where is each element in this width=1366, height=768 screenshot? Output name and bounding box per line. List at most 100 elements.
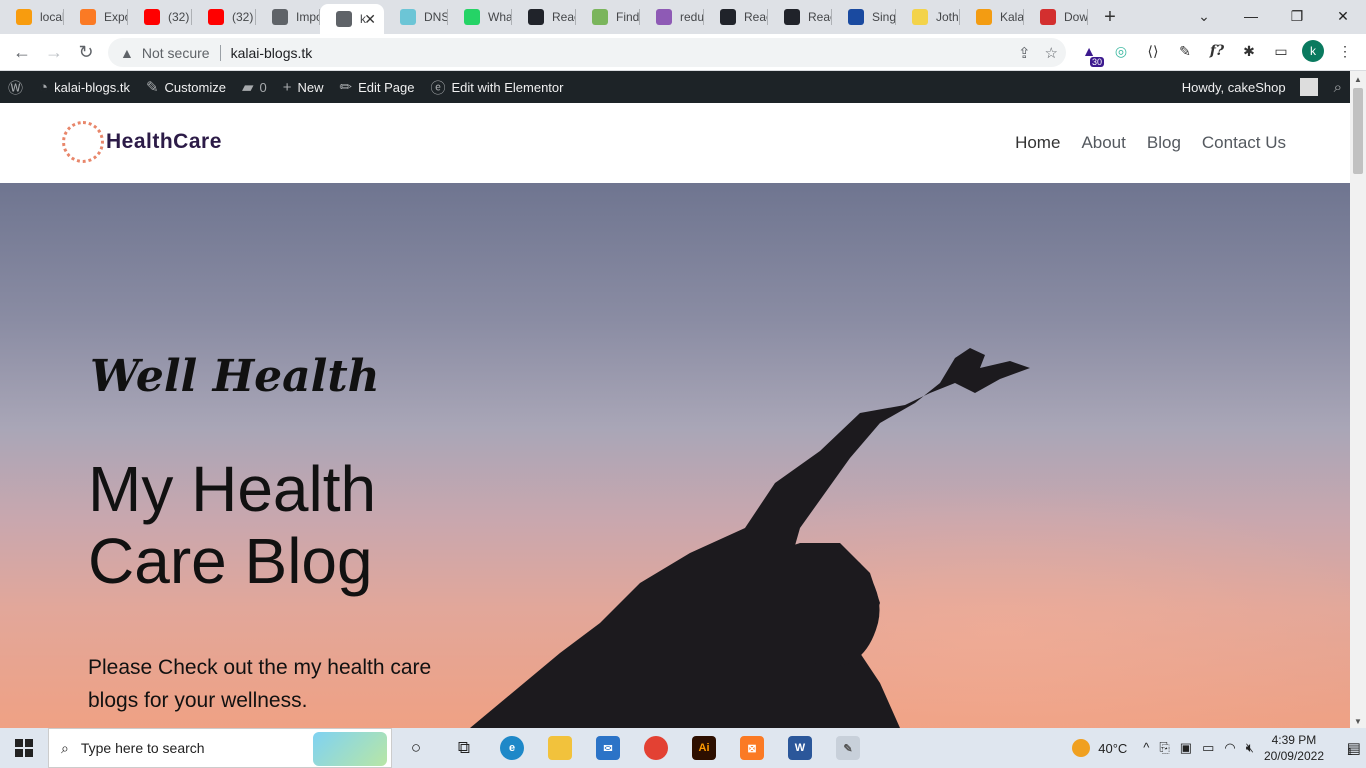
reload-button[interactable]: ↻	[70, 36, 102, 68]
browser-tab[interactable]: Find	[576, 0, 640, 34]
sidepanel-icon[interactable]: ▭	[1270, 40, 1292, 62]
elementor-icon: ⓔ	[430, 79, 446, 97]
find-icon	[592, 9, 608, 25]
browser-tab[interactable]: Dow	[1024, 0, 1088, 34]
edit-elementor-link[interactable]: ⓔ Edit with Elementor	[422, 71, 571, 103]
browser-tab[interactable]: Impo	[256, 0, 320, 34]
font-icon[interactable]: f?	[1206, 40, 1228, 62]
browser-tab-strip: local Expo (32) (32) Impok✕ DNS Wha Reac Find red…	[0, 0, 1366, 34]
puzzle-icon[interactable]: ✱	[1238, 40, 1260, 62]
code-icon[interactable]: ⟨⟩	[1142, 40, 1164, 62]
edit-page-link[interactable]: ✏ Edit Page	[332, 71, 423, 103]
elementor-label: Edit with Elementor	[451, 79, 564, 95]
account-menu[interactable]: Howdy, cakeShop	[1174, 71, 1326, 103]
browser-tab[interactable]: Reac	[704, 0, 768, 34]
tab-label: Joth	[936, 10, 959, 24]
monitor-icon[interactable]: ▣	[1180, 740, 1192, 756]
warning-icon: ▲	[120, 44, 134, 61]
minimize-button[interactable]: —	[1228, 0, 1274, 32]
nav-blog[interactable]: Blog	[1147, 133, 1181, 153]
chevron-up-icon[interactable]: ^	[1143, 740, 1149, 756]
dashboard-icon: ◔	[39, 78, 49, 96]
page-scrollbar[interactable]: ▲ ▼	[1350, 71, 1366, 728]
chrome-icon[interactable]	[632, 728, 680, 768]
heart-icon	[1040, 9, 1056, 25]
browser-tab[interactable]: k ✕	[320, 4, 384, 34]
paint-icon[interactable]: ✎	[824, 728, 872, 768]
comments-link[interactable]: ▰ 0	[234, 71, 275, 103]
site-name-link[interactable]: ◔ kalai-blogs.tk	[31, 71, 138, 103]
site-nav: Home About Blog Contact Us	[1015, 133, 1286, 153]
browser-tab[interactable]: (32)	[192, 0, 256, 34]
cortana-icon[interactable]: ○	[392, 728, 440, 768]
word-icon[interactable]: W	[776, 728, 824, 768]
close-icon[interactable]: ✕	[364, 11, 376, 28]
task-view-icon[interactable]: ⧉	[440, 728, 488, 768]
illustrator-icon[interactable]: Ai	[680, 728, 728, 768]
new-tab-button[interactable]: +	[1094, 0, 1126, 34]
windows-logo-icon	[15, 739, 33, 757]
usb-icon[interactable]: ⎘	[1159, 740, 1169, 756]
wordpress-logo-button[interactable]: Ⓦ	[0, 71, 31, 103]
browser-toolbar: ← → ↻ ▲ Not secure kalai-blogs.tk ⇪ ☆ ▲ 3…	[0, 34, 1366, 71]
edge-icon[interactable]: e	[488, 728, 536, 768]
site-logo[interactable]: HealthCare	[62, 121, 222, 163]
new-content-link[interactable]: + New	[275, 71, 332, 103]
notification-center-icon[interactable]: 1 ▤	[1336, 739, 1366, 758]
browser-tab[interactable]: (32)	[128, 0, 192, 34]
wp-admin-bar: Ⓦ ◔ kalai-blogs.tk ✎ Customize ▰ 0 + New ✏ Ed…	[0, 71, 1366, 103]
edit-page-label: Edit Page	[358, 79, 415, 95]
url-text[interactable]: kalai-blogs.tk	[231, 45, 313, 61]
nav-contact[interactable]: Contact Us	[1202, 133, 1286, 153]
browser-tab[interactable]: Reac	[768, 0, 832, 34]
browser-tab[interactable]: local	[0, 0, 64, 34]
xampp-icon	[80, 9, 96, 25]
taskbar-search[interactable]: ⌕ Type here to search	[48, 728, 392, 768]
window-controls: — ❐ ✕	[1228, 0, 1366, 32]
pencil-icon: ✏	[339, 79, 353, 96]
xampp-icon[interactable]: ⊠	[728, 728, 776, 768]
browser-tab[interactable]: Reac	[512, 0, 576, 34]
weather-widget[interactable]: 40°C	[1072, 739, 1127, 757]
close-window-button[interactable]: ✕	[1320, 0, 1366, 32]
mail-icon[interactable]: ✉	[584, 728, 632, 768]
volume-muted-icon[interactable]: 🔇︎	[1246, 740, 1254, 756]
battery-icon[interactable]: ▭	[1202, 740, 1214, 756]
browser-tab[interactable]: Kala	[960, 0, 1024, 34]
browser-tab[interactable]: Joth	[896, 0, 960, 34]
browser-tab[interactable]: Wha	[448, 0, 512, 34]
clock[interactable]: 4:39 PM 20/09/2022	[1264, 732, 1324, 764]
scroll-thumb[interactable]	[1353, 88, 1363, 174]
security-status[interactable]: Not secure	[142, 45, 210, 61]
browser-tab[interactable]: Expo	[64, 0, 128, 34]
tab-search-chevron-icon[interactable]: ⌄	[1192, 4, 1216, 28]
menu-icon[interactable]: ⋮	[1334, 40, 1356, 62]
globe-icon	[336, 11, 352, 27]
eyedropper-icon[interactable]: ✎	[1174, 40, 1196, 62]
forward-button[interactable]: →	[38, 36, 70, 68]
nav-home[interactable]: Home	[1015, 133, 1060, 153]
bookmark-star-icon[interactable]: ☆	[1045, 44, 1058, 62]
share-icon[interactable]: ⇪	[1018, 44, 1031, 62]
address-bar[interactable]: ▲ Not secure kalai-blogs.tk ⇪ ☆	[108, 38, 1066, 67]
tab-label: Reac	[744, 10, 768, 24]
file-explorer-icon[interactable]	[536, 728, 584, 768]
pma-icon	[16, 9, 32, 25]
browser-tab[interactable]: DNS	[384, 0, 448, 34]
tab-label: Sing	[872, 10, 896, 24]
maximize-button[interactable]: ❐	[1274, 0, 1320, 32]
start-button[interactable]	[0, 728, 48, 768]
wifi-icon[interactable]: ◠	[1224, 740, 1235, 756]
back-button[interactable]: ←	[6, 36, 38, 68]
nav-about[interactable]: About	[1081, 133, 1125, 153]
customize-link[interactable]: ✎ Customize	[138, 71, 234, 103]
browser-tab[interactable]: redu	[640, 0, 704, 34]
browser-tab[interactable]: Sing	[832, 0, 896, 34]
divider	[219, 44, 221, 61]
color-wheel-icon[interactable]: ◎	[1110, 40, 1132, 62]
scroll-up-arrow-icon[interactable]: ▲	[1354, 75, 1362, 84]
graduation-cap-icon[interactable]: ▲ 30	[1078, 40, 1104, 67]
scroll-down-arrow-icon[interactable]: ▼	[1354, 717, 1362, 726]
tab-label: Find	[616, 10, 640, 24]
profile-avatar[interactable]: k	[1302, 40, 1324, 62]
